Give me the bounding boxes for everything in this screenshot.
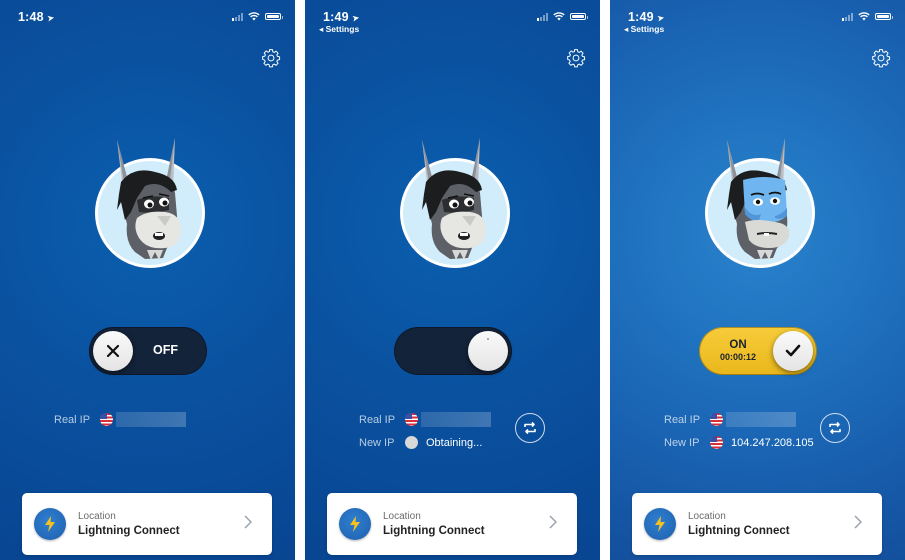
- location-icon: [339, 508, 371, 540]
- us-flag-icon: [100, 413, 113, 426]
- toggle-state-label: ON: [729, 339, 747, 351]
- unknown-flag-icon: [405, 436, 418, 449]
- cellular-signal-icon: [537, 12, 548, 21]
- vpn-toggle[interactable]: OFF: [89, 327, 207, 375]
- donkey-worried-avatar: [422, 138, 486, 260]
- change-ip-button[interactable]: [515, 413, 545, 443]
- close-icon: [106, 344, 120, 358]
- gear-icon[interactable]: [566, 48, 586, 68]
- ip-info: Real IP New IP 104.247.208.105: [664, 408, 814, 454]
- battery-icon: [875, 13, 893, 20]
- cellular-signal-icon: [232, 12, 243, 21]
- location-icon: [34, 508, 66, 540]
- location-label: Location: [688, 511, 726, 522]
- us-flag-icon: [405, 413, 418, 426]
- location-value: Lightning Connect: [688, 525, 790, 537]
- cellular-signal-icon: [842, 12, 853, 21]
- screen-connecting: 1:49 ➤ ◂ Settings Real IP New IP Obtaini…: [305, 0, 600, 560]
- gear-icon[interactable]: [871, 48, 891, 68]
- connection-status: ON 00:00:12: [715, 339, 761, 363]
- real-ip-label: Real IP: [54, 413, 91, 426]
- ip-info: Real IP: [54, 408, 186, 431]
- real-ip-label: Real IP: [664, 413, 701, 426]
- toggle-knob[interactable]: [93, 331, 133, 371]
- status-bar: 1:49 ➤ ◂ Settings: [319, 10, 588, 34]
- back-to-settings-link[interactable]: ◂ Settings: [319, 24, 359, 35]
- location-selector[interactable]: Location Lightning Connect: [22, 493, 272, 555]
- toggle-knob[interactable]: [773, 331, 813, 371]
- location-value: Lightning Connect: [78, 525, 180, 537]
- real-ip-row: Real IP: [664, 408, 814, 431]
- location-arrow-icon: ➤: [45, 12, 56, 24]
- toggle-state-label: OFF: [153, 343, 178, 357]
- lightning-icon: [350, 516, 360, 532]
- check-icon: [785, 344, 801, 357]
- gear-icon[interactable]: [261, 48, 281, 68]
- new-ip-row: New IP Obtaining...: [359, 431, 491, 454]
- wifi-icon: [553, 12, 565, 21]
- donkey-worried-avatar: [117, 138, 181, 260]
- location-arrow-icon: ➤: [655, 12, 666, 24]
- real-ip-row: Real IP: [359, 408, 491, 431]
- battery-icon: [570, 13, 588, 20]
- clock: 1:49: [323, 10, 349, 24]
- screen-disconnected: 1:48 ➤ OFF Real IP Location Lightning Co…: [0, 0, 295, 560]
- clock: 1:48: [18, 10, 44, 24]
- battery-icon: [265, 13, 283, 20]
- location-arrow-icon: ➤: [350, 12, 361, 24]
- change-ip-icon: [829, 421, 841, 435]
- donkey-masked-avatar: [727, 138, 790, 260]
- new-ip-row: New IP 104.247.208.105: [664, 431, 814, 454]
- vpn-toggle[interactable]: [394, 327, 512, 375]
- connection-timer: 00:00:12: [719, 352, 757, 362]
- real-ip-label: Real IP: [359, 413, 396, 426]
- location-value: Lightning Connect: [383, 525, 485, 537]
- spinner-icon: [487, 338, 489, 340]
- us-flag-icon: [710, 413, 723, 426]
- location-label: Location: [383, 511, 421, 522]
- new-ip-label: New IP: [664, 436, 700, 449]
- status-bar: 1:48 ➤: [18, 10, 283, 24]
- chevron-right-icon: [854, 515, 862, 529]
- location-selector[interactable]: Location Lightning Connect: [632, 493, 882, 555]
- chevron-right-icon: [549, 515, 557, 529]
- screen-connected: 1:49 ➤ ◂ Settings ON 00:00:12 Real IP Ne…: [610, 0, 905, 560]
- new-ip-value: 104.247.208.105: [731, 436, 814, 449]
- real-ip-value-redacted: [726, 412, 796, 427]
- back-to-settings-link[interactable]: ◂ Settings: [624, 24, 664, 35]
- lightning-icon: [655, 516, 665, 532]
- status-bar: 1:49 ➤ ◂ Settings: [624, 10, 893, 34]
- change-ip-icon: [524, 421, 536, 435]
- real-ip-row: Real IP: [54, 408, 186, 431]
- wifi-icon: [858, 12, 870, 21]
- ip-info: Real IP New IP Obtaining...: [359, 408, 491, 454]
- vpn-toggle[interactable]: ON 00:00:12: [699, 327, 817, 375]
- lightning-icon: [45, 516, 55, 532]
- new-ip-value: Obtaining...: [426, 436, 483, 449]
- wifi-icon: [248, 12, 260, 21]
- us-flag-icon: [710, 436, 723, 449]
- location-selector[interactable]: Location Lightning Connect: [327, 493, 577, 555]
- clock: 1:49: [628, 10, 654, 24]
- real-ip-value-redacted: [116, 412, 186, 427]
- location-icon: [644, 508, 676, 540]
- real-ip-value-redacted: [421, 412, 491, 427]
- toggle-knob[interactable]: [468, 331, 508, 371]
- chevron-right-icon: [244, 515, 252, 529]
- change-ip-button[interactable]: [820, 413, 850, 443]
- new-ip-label: New IP: [359, 436, 395, 449]
- location-label: Location: [78, 511, 116, 522]
